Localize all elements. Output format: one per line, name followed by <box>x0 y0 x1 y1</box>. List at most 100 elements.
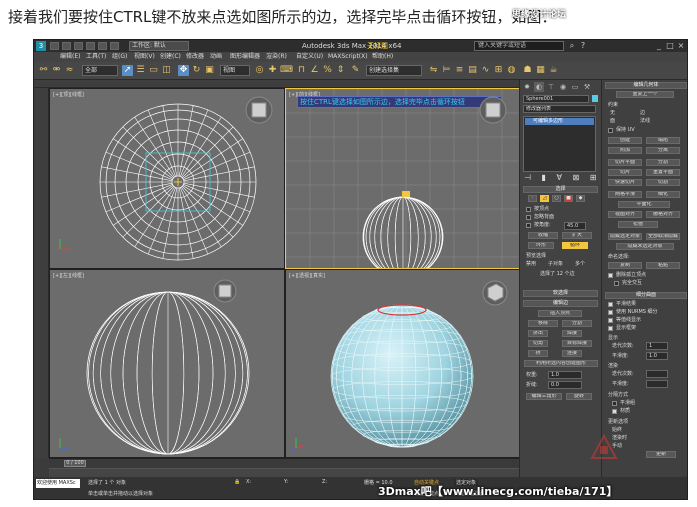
render-setup-icon[interactable]: ☗ <box>522 65 533 76</box>
viewcube-persp-icon[interactable] <box>478 276 512 306</box>
menu-tools[interactable]: 工具(T) <box>86 52 106 62</box>
menu-customize[interactable]: 自定义(U) <box>296 52 323 62</box>
show-cage-checkbox[interactable] <box>608 326 613 331</box>
insert-vertex-button[interactable]: 插入顶点 <box>538 310 582 317</box>
time-slider[interactable]: 0 / 100 <box>49 458 519 468</box>
viewport-perspective[interactable]: [+][透视][真实] <box>285 269 520 458</box>
menu-help[interactable]: 帮助(H) <box>372 52 393 62</box>
select-rotate-icon[interactable]: ↻ <box>191 65 202 76</box>
unhide-all-button[interactable]: 全部取消隐藏 <box>646 233 680 240</box>
grid-align-button[interactable]: 栅格对齐 <box>646 211 680 218</box>
angle-input[interactable]: 45.0 <box>564 222 586 230</box>
smoothing-groups-checkbox[interactable] <box>612 401 617 406</box>
copy-button[interactable]: 复制 <box>608 262 642 269</box>
curve-editor-icon[interactable]: ∿ <box>480 65 491 76</box>
make-planar-button[interactable]: 平面化 <box>618 201 670 208</box>
rect-selection-icon[interactable]: ▭ <box>148 65 159 76</box>
display-tab-icon[interactable]: ▭ <box>570 82 580 92</box>
update-button[interactable]: 更新 <box>646 451 676 458</box>
crease-input[interactable]: 0.0 <box>548 381 582 389</box>
help-icon[interactable]: ? <box>578 41 588 51</box>
select-object-icon[interactable]: ➚ <box>122 65 133 76</box>
window-crossing-icon[interactable]: ◫ <box>161 65 172 76</box>
stack-item-editable-poly[interactable]: 可编辑多边形 <box>525 118 594 125</box>
smooth-result-checkbox[interactable] <box>608 302 613 307</box>
isoline-checkbox[interactable] <box>608 318 613 323</box>
layer-manager-icon[interactable]: ≡ <box>454 65 465 76</box>
by-angle-checkbox[interactable] <box>526 223 531 228</box>
delete-isolated-checkbox[interactable] <box>608 273 613 278</box>
element-mode-icon[interactable]: ◆ <box>576 195 585 202</box>
create-button[interactable]: 创建 <box>608 137 642 144</box>
object-name-input[interactable]: Sphere001 <box>523 95 589 103</box>
cut-button[interactable]: 切割 <box>646 179 680 186</box>
constraint-normal-radio[interactable]: 法线 <box>640 118 650 124</box>
slice-button[interactable]: 切片 <box>608 169 642 176</box>
bind-spacewarp-icon[interactable]: ≈ <box>64 65 75 76</box>
preview-multi-radio[interactable]: 多个 <box>575 261 585 267</box>
snap-toggle-icon[interactable]: ⊓ <box>296 65 307 76</box>
weld-button[interactable]: 焊接 <box>562 330 582 337</box>
chamfer-button[interactable]: 切角 <box>528 340 548 347</box>
app-logo-icon[interactable]: 3 <box>36 41 46 51</box>
graphite-toggle-icon[interactable]: ▤ <box>467 65 478 76</box>
modify-tab-icon[interactable]: ◐ <box>534 82 544 92</box>
schematic-view-icon[interactable]: ⊞ <box>493 65 504 76</box>
search-icon[interactable]: ⌕ <box>567 41 577 51</box>
viewport-perspective-label[interactable]: [+][透视][真实] <box>289 272 325 279</box>
menu-maxscript[interactable]: MAXScript(X) <box>328 52 368 62</box>
detach-button[interactable]: 分离 <box>646 147 680 154</box>
viewport-left-label[interactable]: [+][左][线框] <box>53 272 84 279</box>
turn-button[interactable]: 旋转 <box>566 393 592 400</box>
hide-unselected-button[interactable]: 隐藏未选定对象 <box>616 243 674 250</box>
hide-selected-button[interactable]: 隐藏选定对象 <box>608 233 642 240</box>
select-scale-icon[interactable]: ▣ <box>204 65 215 76</box>
render-smoothness-input[interactable] <box>646 380 668 388</box>
ref-coord-dropdown[interactable]: 视图 <box>220 65 250 76</box>
unlink-icon[interactable]: ⚮ <box>51 65 62 76</box>
menu-animation[interactable]: 动画 <box>210 52 222 62</box>
named-selection-dropdown[interactable]: 创建选择集 <box>366 65 422 76</box>
grow-button[interactable]: 扩大 <box>562 232 592 239</box>
modifier-list-dropdown[interactable]: 修改器列表 <box>523 105 596 113</box>
menu-graph-editors[interactable]: 图形编辑器 <box>230 52 260 62</box>
search-input[interactable]: 键入关键字或短语 <box>474 41 564 51</box>
smoothness-input[interactable]: 1.0 <box>646 352 668 360</box>
reset-plane-button[interactable]: 重置平面 <box>646 169 680 176</box>
viewcube-front-icon[interactable] <box>476 95 510 125</box>
constraint-face-radio[interactable]: 面 <box>610 118 615 124</box>
workspace-dropdown[interactable]: 工作区: 默认 <box>129 41 189 51</box>
open-file-icon[interactable] <box>62 42 71 50</box>
menu-edit[interactable]: 编辑(E) <box>60 52 80 62</box>
maximize-icon[interactable]: □ <box>665 41 675 51</box>
bridge-button[interactable]: 桥 <box>528 350 548 357</box>
polygon-mode-icon[interactable]: ■ <box>564 195 573 202</box>
create-tab-icon[interactable]: ✸ <box>522 82 532 92</box>
viewport-top[interactable]: [+][顶][线框] <box>49 88 285 269</box>
lock-selection-icon[interactable]: 🔒 <box>234 479 240 485</box>
paste-button[interactable]: 粘贴 <box>646 262 680 269</box>
align-icon[interactable]: ⊨ <box>441 65 452 76</box>
iterations-input[interactable]: 1 <box>646 342 668 350</box>
undo-icon[interactable] <box>86 42 95 50</box>
material-editor-icon[interactable]: ◍ <box>506 65 517 76</box>
save-file-icon[interactable] <box>74 42 83 50</box>
edit-edges-rollout[interactable]: 编辑边 <box>523 300 598 307</box>
select-by-name-icon[interactable]: ☰ <box>135 65 146 76</box>
utilities-tab-icon[interactable]: ⚒ <box>582 82 592 92</box>
create-shape-button[interactable]: 利用所选内容创建图形 <box>524 360 598 367</box>
soft-selection-rollout[interactable]: 软选择 <box>523 290 598 297</box>
remove-button[interactable]: 移除 <box>528 320 558 327</box>
relax-button[interactable]: 松弛 <box>618 221 658 228</box>
collapse-button[interactable]: 塌陷 <box>646 137 680 144</box>
object-color-swatch[interactable] <box>592 95 598 102</box>
mirror-icon[interactable]: ⇋ <box>428 65 439 76</box>
selection-filter-dropdown[interactable]: 全部 <box>82 65 118 76</box>
quickslice-button[interactable]: 快速切片 <box>608 179 642 186</box>
split-button[interactable]: 分割 <box>562 320 592 327</box>
selection-rollout[interactable]: 选择 <box>523 186 598 193</box>
menu-group[interactable]: 组(G) <box>112 52 127 62</box>
viewport-front[interactable]: [+][前][线框] 按住CTRL键选择如图所示边，选择完毕点击循环按钮 <box>285 88 520 269</box>
constraint-edge-radio[interactable]: 边 <box>640 110 645 116</box>
repeat-last-button[interactable]: 重复上一个 <box>616 91 674 98</box>
